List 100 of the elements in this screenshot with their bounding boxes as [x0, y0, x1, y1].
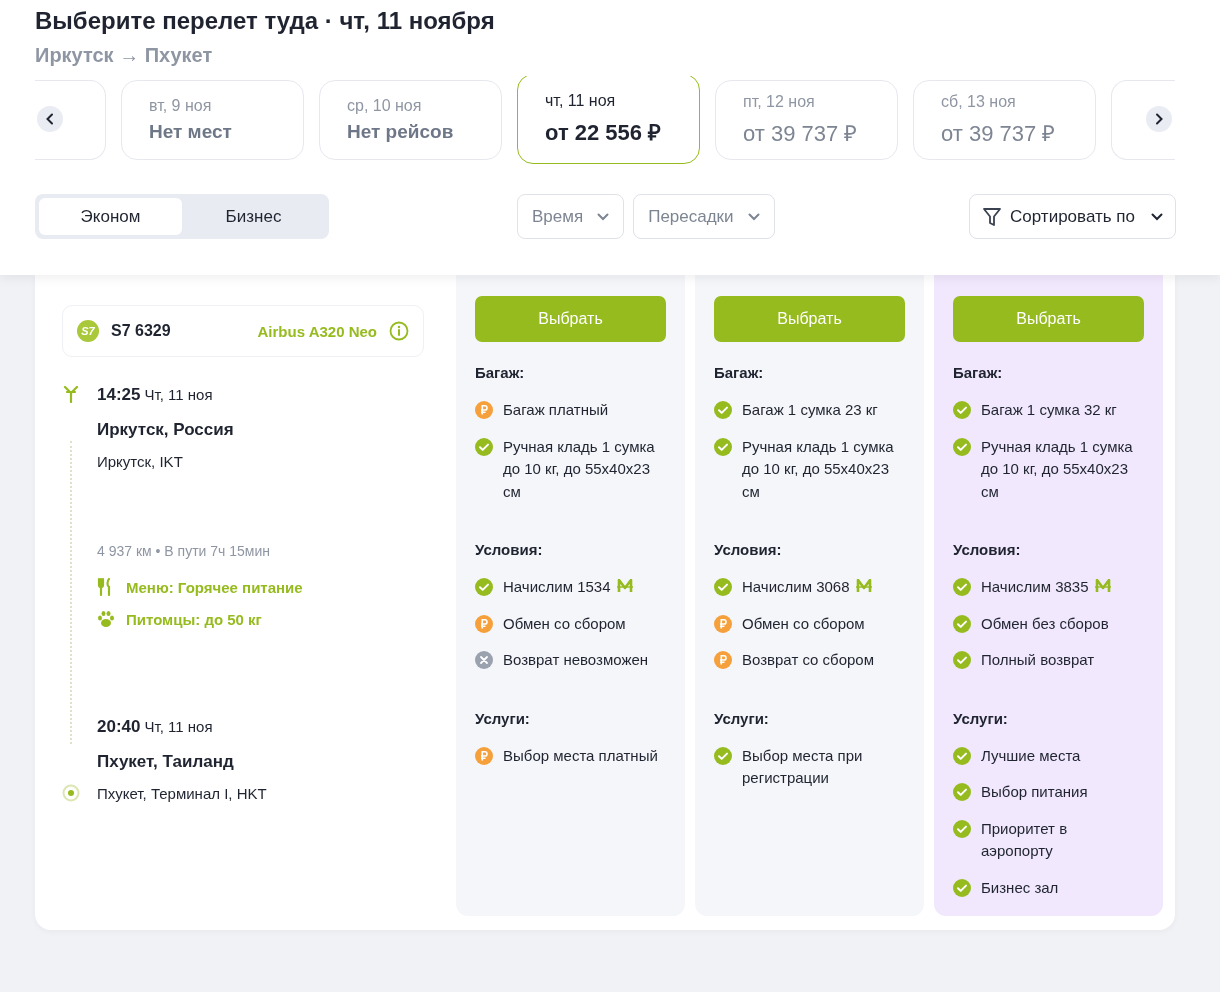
- section-title: Багаж:: [475, 364, 526, 381]
- filter-dropdown[interactable]: Время: [517, 194, 625, 239]
- check-icon: [953, 578, 971, 596]
- fare-feature: Ручная кладь 1 сумка до 10 кг, до 55x40x23 см: [742, 436, 895, 502]
- check-icon: [714, 401, 732, 419]
- date-price: Нет мест: [149, 121, 233, 143]
- departure-icon: [62, 385, 80, 403]
- check-icon: [953, 783, 971, 801]
- chevron-down-icon: [1151, 212, 1163, 221]
- ruble-icon: [714, 651, 732, 669]
- section-title: Услуги:: [475, 709, 531, 727]
- airline-logo: S7: [77, 320, 99, 342]
- date-label: ср, 10 ноя: [347, 97, 423, 115]
- check-icon: [953, 746, 971, 765]
- fare-feature: Обмен без сборов: [981, 613, 1109, 634]
- check-icon: [953, 401, 971, 419]
- check-icon: [953, 614, 971, 633]
- info-icon[interactable]: [389, 321, 409, 341]
- fare-feature: Ручная кладь 1 сумка до 10 кг, до 55x40x23 см: [503, 436, 656, 502]
- departure-airport: Иркутск, IKT: [97, 453, 184, 470]
- section-title: Условия:: [714, 541, 783, 558]
- arrival-time: 20:40: [97, 717, 141, 737]
- fare-feature: Лучшие места: [981, 745, 1081, 766]
- cross-icon: [475, 651, 493, 669]
- amenity-text: Питомцы: до 50 кг: [126, 610, 262, 628]
- date-price: от 39 737 ₽: [743, 120, 859, 147]
- date-label: вт, 9 ноя: [149, 97, 213, 115]
- chevron-left-icon: [45, 113, 55, 125]
- check-icon: [475, 437, 493, 456]
- check-icon: [953, 878, 971, 897]
- check-icon: [714, 437, 732, 456]
- date-label: пт, 12 ноя: [743, 93, 816, 111]
- filter-icon: [982, 206, 1003, 227]
- ruble-icon: [475, 614, 493, 633]
- check-icon: [953, 819, 971, 838]
- fare-feature: Бизнес зал: [981, 877, 1059, 898]
- flight-stats: 4 937 км • В пути 7ч 15мин: [97, 543, 271, 559]
- fare-feature: Ручная кладь 1 сумка до 10 кг, до 55x40x23 см: [981, 436, 1134, 502]
- fare-feature: Багаж платный: [503, 400, 609, 420]
- date-label: сб, 13 ноя: [941, 93, 1017, 111]
- paw-icon: [96, 609, 116, 629]
- page-title: Выберите перелет туда · чт, 11 ноября: [35, 6, 496, 36]
- date-label: чт, 11 ноя: [545, 92, 617, 110]
- fare-feature: Приоритет в аэропорту: [981, 818, 1069, 861]
- fare-feature: Возврат со сбором: [742, 650, 875, 670]
- departure-city: Иркутск, Россия: [97, 420, 235, 440]
- class-tab[interactable]: Бизнес: [182, 198, 325, 235]
- arrival-date: Чт, 11 ноя: [144, 718, 213, 735]
- fare-feature: Обмен со сбором: [503, 613, 626, 634]
- amenity-text: Меню: Горячее питание: [126, 578, 303, 596]
- departure-date: Чт, 11 ноя: [144, 386, 213, 403]
- date-price: от 39 737 ₽: [941, 120, 1057, 147]
- date-price: Нет рейсов: [347, 121, 455, 143]
- arrival-icon: [62, 784, 80, 802]
- date-price: от 22 556 ₽: [545, 119, 663, 146]
- fare-feature: Выбор места при регистрации: [742, 745, 864, 788]
- filter-dropdown[interactable]: Пересадки: [633, 194, 775, 239]
- fare-feature: Начислим 3068: [742, 576, 873, 599]
- arrival-airport: Пхукет, Терминал I, HKT: [97, 785, 268, 802]
- check-icon: [475, 578, 493, 596]
- fare-feature: Багаж 1 сумка 23 кг: [742, 400, 878, 420]
- chevron-down-icon: [597, 212, 610, 221]
- select-button[interactable]: Выбрать: [714, 296, 905, 342]
- fare-feature: Начислим 1534: [503, 576, 634, 599]
- fare-feature: Выбор питания: [981, 782, 1088, 802]
- section-title: Условия:: [953, 541, 1022, 558]
- departure-time: 14:25: [97, 385, 141, 405]
- fare-feature: Выбор места платный: [503, 745, 658, 766]
- date-card[interactable]: чт, 11 ноя от 22 556 ₽: [517, 76, 700, 164]
- check-icon: [953, 651, 971, 669]
- date-card[interactable]: сб, 13 ноя от 39 737 ₽: [913, 80, 1096, 160]
- section-title: Условия:: [475, 541, 544, 558]
- fare-feature: Полный возврат: [981, 650, 1095, 670]
- chevron-down-icon: [747, 212, 760, 221]
- date-card[interactable]: пт, 12 ноя от 39 737 ₽: [715, 80, 898, 160]
- fare-feature: Возврат невозможен: [503, 650, 649, 670]
- ruble-icon: [714, 614, 732, 633]
- fare-feature: Багаж 1 сумка 32 кг: [981, 400, 1117, 420]
- chevron-right-icon: [1154, 113, 1164, 125]
- fare-feature: Начислим 3835: [981, 576, 1112, 599]
- arrival-city: Пхукет, Таиланд: [97, 752, 235, 772]
- check-icon: [953, 437, 971, 456]
- route-subtitle: Иркутск → Пхукет: [35, 43, 214, 68]
- date-card[interactable]: ср, 10 ноя Нет рейсов: [319, 80, 502, 160]
- aircraft-link[interactable]: Airbus A320 Neo: [257, 322, 377, 340]
- section-title: Услуги:: [714, 709, 770, 727]
- check-icon: [714, 578, 732, 596]
- fare-feature: Обмен со сбором: [742, 613, 865, 634]
- section-title: Багаж:: [953, 364, 1004, 381]
- section-title: Услуги:: [953, 709, 1009, 727]
- ruble-icon: [475, 401, 493, 419]
- select-button[interactable]: Выбрать: [475, 296, 666, 342]
- flight-number: S7 6329: [111, 322, 171, 340]
- section-title: Багаж:: [714, 364, 765, 381]
- sort-dropdown[interactable]: Сортировать по: [969, 194, 1176, 239]
- select-button[interactable]: Выбрать: [953, 296, 1144, 342]
- date-card[interactable]: вт, 9 ноя Нет мест: [121, 80, 304, 160]
- check-icon: [714, 746, 732, 765]
- ruble-icon: [475, 746, 493, 765]
- class-tab[interactable]: Эконом: [39, 198, 182, 235]
